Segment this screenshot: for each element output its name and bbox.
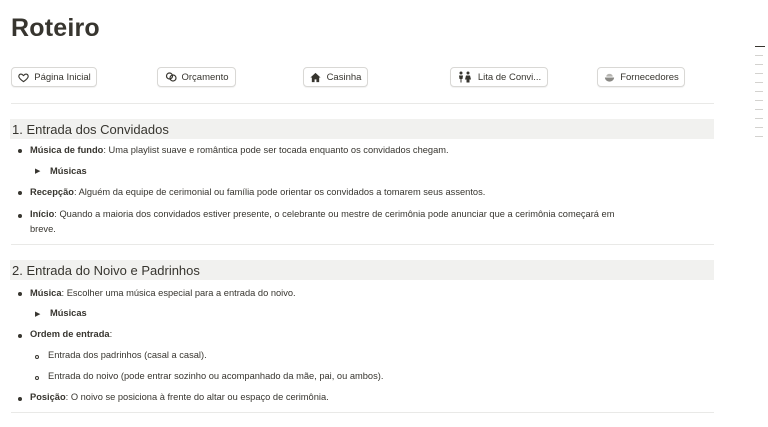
list-item-label: Ordem de entrada	[30, 329, 110, 339]
toc-line[interactable]	[755, 64, 763, 65]
list-item-text: : O noivo se posiciona à frente do altar…	[65, 392, 329, 402]
nav-button-pagina-inicial[interactable]: Página Inicial	[11, 67, 97, 87]
nav-bar: Página Inicial Orçamento Casinha Lita de…	[11, 67, 714, 89]
toggle-musicas[interactable]: Músicas	[50, 307, 87, 320]
list-item-text: : Escolher uma música especial para a en…	[61, 288, 296, 298]
nav-button-orcamento[interactable]: Orçamento	[157, 67, 236, 87]
list-item: Recepção: Alguém da equipe de cerimonial…	[30, 186, 485, 199]
nav-button-casinha[interactable]: Casinha	[303, 67, 368, 87]
nav-button-fornecedores[interactable]: Fornecedores	[597, 67, 685, 87]
section-heading: 2. Entrada do Noivo e Padrinhos	[10, 260, 714, 280]
list-item-label: Música	[30, 288, 62, 298]
toc-line[interactable]	[755, 55, 763, 56]
list-item-label: Música de fundo	[30, 145, 104, 155]
bullet-dot	[18, 214, 22, 218]
nav-button-label: Lita de Convi...	[477, 71, 542, 83]
list-item-text: : Quando a maioria dos convidados estive…	[54, 209, 615, 219]
nav-button-label: Fornecedores	[620, 71, 679, 83]
toggle-musicas[interactable]: Músicas	[50, 165, 87, 178]
bullet-dot	[18, 149, 22, 153]
home-icon	[310, 71, 322, 83]
page: Roteiro Página Inicial Orçamento Casinha…	[0, 0, 768, 427]
list-item-label: Recepção	[30, 187, 74, 197]
bullet-dot	[18, 292, 22, 296]
toggle-triangle-icon[interactable]: ▶	[35, 310, 40, 318]
toc-line[interactable]	[755, 100, 763, 101]
nav-button-label: Orçamento	[181, 71, 229, 83]
bullet-dot	[18, 334, 22, 338]
toc-line[interactable]	[755, 91, 763, 92]
list-item-text: : Uma playlist suave e romântica pode se…	[103, 145, 449, 155]
sub-bullet-circle	[35, 376, 39, 380]
toc-line[interactable]	[755, 46, 765, 47]
sub-list-item: Entrada dos padrinhos (casal a casal).	[48, 350, 207, 360]
divider	[11, 244, 714, 245]
section-heading: 1. Entrada dos Convidados	[10, 119, 714, 139]
people-icon	[457, 71, 473, 83]
bullet-dot	[18, 191, 22, 195]
toc-line[interactable]	[755, 118, 763, 119]
toc-line[interactable]	[755, 109, 763, 110]
list-item: Início: Quando a maioria dos convidados …	[30, 208, 710, 221]
toggle-triangle-icon[interactable]: ▶	[35, 167, 40, 175]
divider	[11, 412, 714, 413]
sub-list-item: Entrada do noivo (pode entrar sozinho ou…	[48, 371, 384, 381]
toc-line[interactable]	[755, 82, 763, 83]
page-title: Roteiro	[11, 14, 100, 42]
list-item-continuation: breve.	[30, 224, 56, 234]
list-item-label: Posição	[30, 392, 66, 402]
toc-line[interactable]	[755, 127, 763, 128]
coins-icon	[165, 71, 177, 83]
divider	[11, 103, 714, 104]
toc-line[interactable]	[755, 73, 763, 74]
list-item-text: :	[109, 329, 113, 339]
list-item-text: : Alguém da equipe de cerimonial ou famí…	[73, 187, 486, 197]
heart-icon	[17, 71, 29, 83]
list-item: Posição: O noivo se posiciona à frente d…	[30, 391, 329, 404]
bowl-icon	[603, 71, 615, 83]
sub-bullet-circle	[35, 355, 39, 359]
list-item: Música de fundo: Uma playlist suave e ro…	[30, 144, 449, 157]
list-item: Ordem de entrada:	[30, 328, 112, 341]
nav-button-label: Casinha	[326, 71, 362, 83]
nav-button-label: Página Inicial	[34, 71, 91, 83]
list-item-label: Início	[30, 209, 55, 219]
toc-line[interactable]	[755, 136, 763, 137]
bullet-dot	[18, 397, 22, 401]
nav-button-lista-de-convidados[interactable]: Lita de Convi...	[450, 67, 548, 87]
list-item: Música: Escolher uma música especial par…	[30, 287, 296, 300]
